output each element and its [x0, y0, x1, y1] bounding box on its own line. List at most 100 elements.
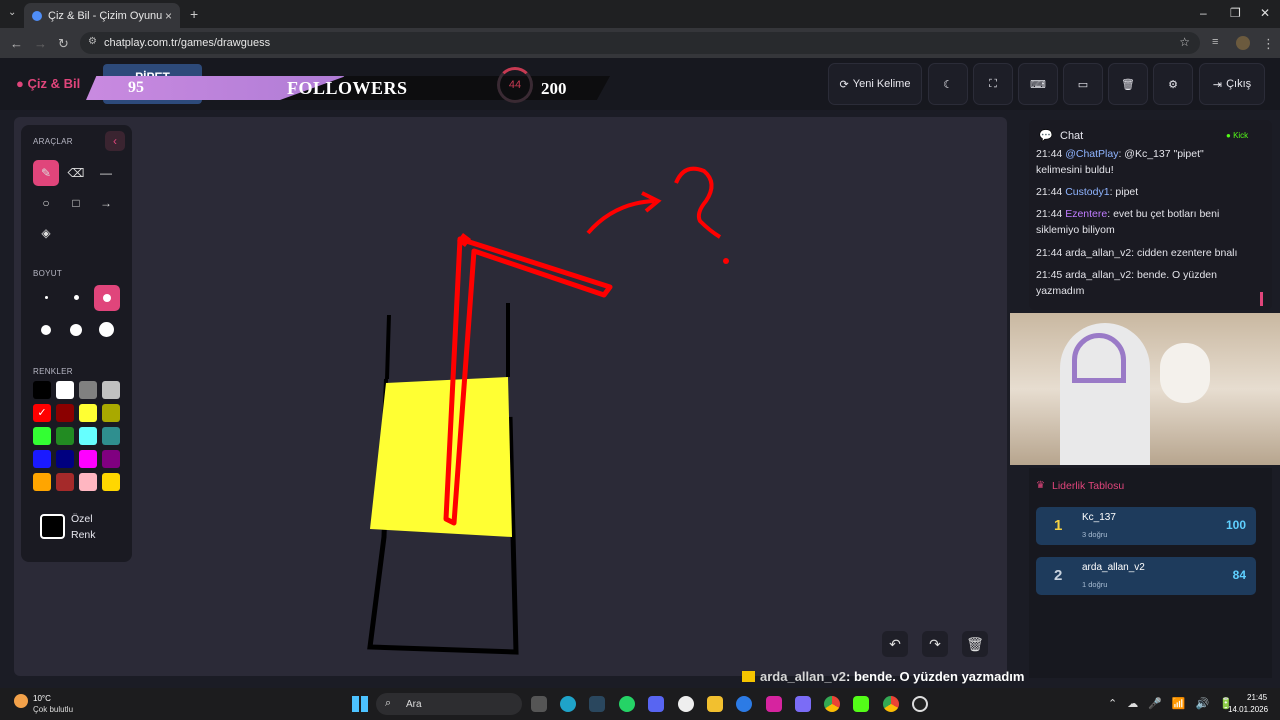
chat-text: : @Kc_137 "pipet" kelimesini buldu! — [1036, 148, 1204, 176]
size-option-xl[interactable] — [70, 324, 82, 336]
chrome-active-icon[interactable] — [883, 696, 899, 712]
color-swatch[interactable] — [56, 473, 74, 491]
dark-mode-button[interactable]: ☾ — [928, 63, 968, 105]
weather-icon[interactable] — [14, 694, 28, 708]
color-swatch[interactable] — [56, 404, 74, 422]
instagram-icon[interactable] — [766, 696, 782, 712]
kick-app-icon[interactable] — [853, 696, 869, 712]
kick-label: Kick — [1233, 131, 1249, 140]
discord-icon[interactable] — [648, 696, 664, 712]
color-swatch[interactable] — [33, 381, 51, 399]
new-tab-icon[interactable]: + — [190, 6, 198, 22]
office-icon[interactable] — [795, 696, 811, 712]
color-swatch[interactable] — [56, 450, 74, 468]
delete-button[interactable]: 🗑 — [1108, 63, 1148, 105]
chat-user[interactable]: Custody1 — [1065, 186, 1109, 198]
close-tab-icon[interactable]: × — [165, 9, 172, 23]
window-close-icon[interactable]: ✕ — [1260, 6, 1270, 20]
color-swatch[interactable]: ✓ — [33, 404, 51, 422]
size-option-l[interactable] — [41, 325, 51, 335]
chat-user[interactable]: arda_allan_v2 — [1065, 269, 1131, 281]
color-swatch[interactable] — [33, 427, 51, 445]
start-icon[interactable] — [352, 696, 368, 712]
brush-tool-button[interactable]: ✎ — [33, 160, 59, 186]
color-swatch[interactable] — [102, 450, 120, 468]
obs-icon[interactable] — [912, 696, 928, 712]
url-input[interactable]: ⚙ chatplay.com.tr/games/drawguess ☆ — [80, 32, 1200, 54]
size-option-s[interactable] — [74, 295, 79, 300]
clock-time: 21:45 — [1247, 693, 1268, 702]
brush-icon: ✎ — [40, 166, 52, 180]
round-timer: 44 — [497, 67, 533, 103]
menu-icon[interactable]: ⋮ — [1262, 36, 1275, 52]
logout-button[interactable]: ⇥ Çıkış — [1199, 63, 1265, 105]
favicon-icon — [32, 10, 42, 21]
undo-button[interactable]: ↶ — [882, 631, 908, 657]
edge-icon[interactable] — [560, 696, 576, 712]
clear-canvas-button[interactable]: 🗑 — [962, 631, 988, 657]
archive-button[interactable]: ▭ — [1063, 63, 1103, 105]
arrow-tool-button[interactable]: → — [93, 190, 119, 216]
reload-icon[interactable]: ↻ — [58, 36, 69, 52]
color-swatch[interactable] — [79, 450, 97, 468]
chat-user[interactable]: @ChatPlay — [1065, 148, 1118, 160]
extensions-icon[interactable]: ≡ — [1212, 36, 1218, 48]
profile-avatar[interactable] — [1236, 36, 1250, 50]
circle-tool-button[interactable]: ○ — [33, 190, 59, 216]
line-tool-button[interactable]: — — [93, 160, 119, 186]
whatsapp-icon[interactable] — [619, 696, 635, 712]
bookmark-star-icon[interactable]: ☆ — [1179, 35, 1190, 49]
color-swatch[interactable] — [56, 427, 74, 445]
color-swatch[interactable] — [79, 473, 97, 491]
color-swatch[interactable] — [102, 381, 120, 399]
taskbar-search[interactable]: ⌕ Ara — [376, 693, 522, 715]
circle-icon: ○ — [42, 196, 50, 210]
back-icon[interactable]: ← — [10, 36, 23, 51]
color-swatch[interactable] — [79, 404, 97, 422]
fill-tool-button[interactable]: ◈ — [33, 220, 59, 246]
app-logo[interactable]: ● Çiz & Bil — [16, 76, 80, 91]
eraser-tool-button[interactable]: ⌫ — [63, 160, 89, 186]
line-icon: — — [100, 166, 112, 180]
custom-color-label: Özel Renk — [71, 511, 96, 543]
color-swatch[interactable] — [102, 473, 120, 491]
trash-icon: 🗑 — [1121, 78, 1135, 91]
settings-app-icon[interactable] — [531, 696, 547, 712]
player-correct-count: 3 doğru — [1082, 530, 1108, 539]
color-swatch[interactable] — [102, 404, 120, 422]
chat-user[interactable]: arda_allan_v2 — [1065, 247, 1131, 259]
collapse-tools-button[interactable]: ‹ — [105, 131, 125, 151]
size-option-xs[interactable] — [45, 296, 48, 299]
color-swatch[interactable] — [33, 450, 51, 468]
forward-icon[interactable]: → — [34, 36, 47, 51]
steam-icon[interactable] — [589, 696, 605, 712]
redo-icon: ↷ — [929, 635, 941, 652]
copilot-icon[interactable] — [736, 696, 752, 712]
site-info-icon[interactable]: ⚙ — [88, 36, 97, 47]
browser-tab[interactable]: Çiz & Bil - Çizim Oyunu × — [24, 3, 180, 28]
chrome-icon[interactable] — [824, 696, 840, 712]
xbox-icon[interactable] — [678, 696, 694, 712]
minimize-icon[interactable]: – — [1200, 6, 1207, 20]
chat-message: 21:44 Ezentere: evet bu çet botları beni… — [1036, 206, 1250, 238]
chat-user[interactable]: Ezentere — [1065, 208, 1107, 220]
color-swatch[interactable] — [102, 427, 120, 445]
file-explorer-icon[interactable] — [707, 696, 723, 712]
rectangle-tool-button[interactable]: □ — [63, 190, 89, 216]
chat-message: 21:44 Custody1: pipet — [1036, 184, 1250, 200]
fullscreen-button[interactable]: ⛶ — [973, 63, 1013, 105]
keyboard-button[interactable]: ⌨ — [1018, 63, 1058, 105]
redo-button[interactable]: ↷ — [922, 631, 948, 657]
color-swatch[interactable] — [33, 473, 51, 491]
color-swatch[interactable] — [56, 381, 74, 399]
size-option-xxl[interactable] — [99, 322, 114, 337]
maximize-icon[interactable]: ❐ — [1230, 6, 1241, 20]
chat-scrollbar[interactable] — [1260, 292, 1263, 306]
custom-color-button[interactable] — [40, 514, 65, 539]
tab-list-icon[interactable]: ⌄ — [8, 7, 16, 18]
color-swatch[interactable] — [79, 381, 97, 399]
settings-button[interactable]: ⚙ — [1153, 63, 1193, 105]
new-word-button[interactable]: ⟳ Yeni Kelime — [828, 63, 922, 105]
tray-icons[interactable]: ⌃☁🎤📶🔊🔋 — [1108, 697, 1243, 710]
color-swatch[interactable] — [79, 427, 97, 445]
